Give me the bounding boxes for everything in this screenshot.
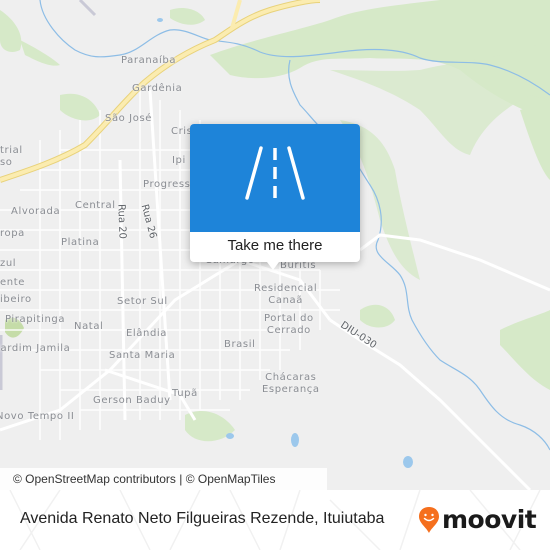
place-label: Jardim Jamila	[0, 343, 71, 354]
street-label: Rua 20	[115, 203, 128, 240]
place-label: trial so	[0, 145, 23, 168]
place-label: Setor Sul	[117, 296, 168, 307]
place-label: Santa Maria	[109, 350, 176, 361]
place-label: zul	[0, 258, 17, 269]
map-view[interactable]: Paranaíba Gardênia São José Cris trial s…	[0, 0, 550, 490]
moovit-logo[interactable]: moovit	[418, 505, 537, 535]
runway	[78, 0, 97, 17]
location-popup[interactable]: Take me there	[190, 124, 360, 270]
place-label: Alvorada	[11, 206, 61, 217]
place-label: Natal	[74, 321, 104, 332]
take-me-there-button[interactable]: Take me there	[190, 232, 360, 262]
address-text: Avenida Renato Neto Filgueiras Rezende, …	[20, 510, 385, 527]
place-label: Central	[75, 200, 116, 211]
place-label: Ipi	[172, 155, 186, 166]
popup-pointer	[267, 262, 279, 270]
place-label: Chácaras Esperança	[262, 372, 320, 395]
place-label: Tupã	[172, 388, 198, 399]
footer-bar: Avenida Renato Neto Filgueiras Rezende, …	[0, 490, 550, 550]
place-label: Pirapitinga	[5, 314, 66, 325]
moovit-pin-icon	[419, 507, 439, 533]
place-label: Portal do Cerrado	[264, 313, 314, 336]
map-attribution[interactable]: © OpenStreetMap contributors | © OpenMap…	[0, 468, 327, 490]
place-label: Residencial Canaã	[254, 283, 318, 306]
popup-header[interactable]	[190, 124, 360, 232]
road-icon	[245, 146, 305, 200]
place-label: ibeiro	[0, 294, 32, 305]
place-label: São José	[105, 113, 153, 124]
place-label: Elândia	[126, 328, 168, 339]
place-label: Gardênia	[132, 83, 183, 94]
place-label: ropa	[0, 228, 25, 239]
place-label: Brasil	[224, 339, 256, 350]
place-label: ente	[0, 277, 25, 288]
moovit-wordmark: moovit	[442, 505, 537, 534]
place-label: Gerson Baduy	[93, 395, 171, 406]
place-label: Novo Tempo II	[0, 411, 75, 422]
place-label: Progress	[143, 179, 191, 190]
place-label: Paranaíba	[121, 55, 177, 66]
place-label: Platina	[61, 237, 100, 248]
